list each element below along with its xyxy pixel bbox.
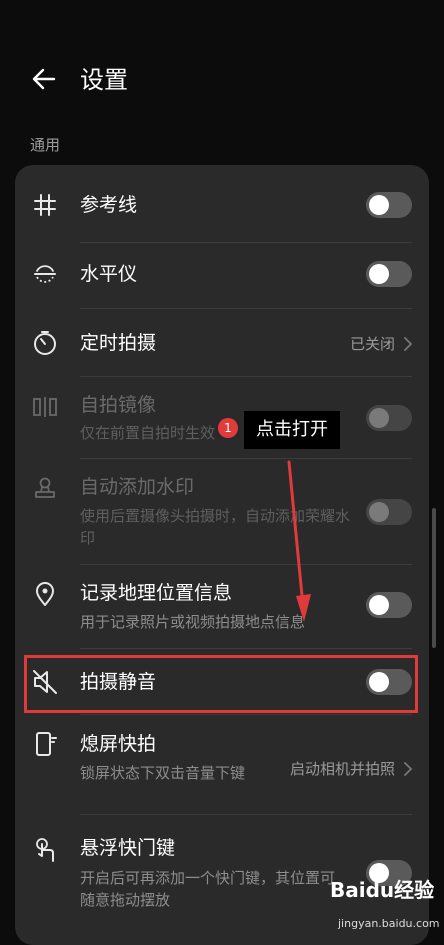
setting-title: 水平仪 (80, 263, 138, 285)
timer-icon (31, 329, 59, 357)
watermark-toggle (366, 499, 412, 525)
touch-icon (31, 836, 59, 864)
setting-row-timer[interactable]: 定时拍摄 已关闭 (15, 309, 429, 377)
setting-row-watermark: 自动添加水印 使用后置摄像头拍摄时，自动添加荣耀水印 (15, 459, 429, 565)
setting-subtitle: 开启后可再添加一个快门键，其位置可随意拖动摆放 (80, 869, 336, 909)
location-icon (31, 580, 59, 608)
setting-subtitle: 锁屏状态下双击音量下键 (80, 764, 246, 782)
watermark-brand: Baidu经验 (330, 878, 435, 902)
setting-title: 自动添加水印 (80, 476, 195, 498)
setting-title: 自拍镜像 (80, 394, 157, 416)
setting-row-mirror: 自拍镜像 仅在前置自拍时生效 (15, 377, 429, 459)
setting-subtitle: 使用后置摄像头拍摄时，自动添加荣耀水印 (80, 507, 351, 547)
quick-snap-value: 启动相机并拍照 (289, 760, 395, 778)
mirror-icon (31, 393, 59, 421)
setting-title: 记录地理位置信息 (80, 582, 233, 604)
chevron-right-icon (403, 761, 413, 777)
setting-row-quick-snap[interactable]: 熄屏快拍 锁屏状态下双击音量下键 启动相机并拍照 (15, 715, 429, 815)
setting-row-level[interactable]: 水平仪 (15, 243, 429, 309)
setting-subtitle: 用于记录照片或视频拍摄地点信息 (80, 613, 306, 631)
level-icon (31, 260, 59, 288)
stamp-icon (31, 475, 59, 503)
setting-title: 熄屏快拍 (80, 733, 157, 755)
watermark-url: jingyan.baidu.com (338, 917, 440, 930)
setting-title: 参考线 (80, 194, 138, 216)
setting-title: 悬浮快门键 (80, 837, 176, 859)
mirror-toggle (366, 405, 412, 431)
level-toggle[interactable] (366, 261, 412, 287)
section-label: 通用 (30, 136, 61, 154)
page-title: 设置 (80, 66, 128, 94)
step-badge: 1 (218, 418, 238, 438)
app-header: 设置 (0, 0, 444, 140)
chevron-right-icon (403, 336, 413, 352)
location-toggle[interactable] (366, 592, 412, 618)
annotation-tooltip: 点击打开 (244, 411, 340, 449)
setting-row-gridlines[interactable]: 参考线 (15, 165, 429, 243)
settings-card: 参考线 水平仪 定时拍摄 已关闭 自拍镜像 仅在前置自拍时生效 自动添加水印 使… (15, 165, 429, 945)
setting-title: 定时拍摄 (80, 332, 157, 354)
gridlines-toggle[interactable] (366, 192, 412, 218)
setting-row-location[interactable]: 记录地理位置信息 用于记录照片或视频拍摄地点信息 (15, 565, 429, 649)
grid-icon (31, 191, 59, 219)
highlight-box (24, 655, 418, 713)
timer-value: 已关闭 (349, 335, 395, 353)
back-arrow-icon[interactable] (28, 62, 62, 96)
scrollbar[interactable] (432, 508, 436, 648)
phone-icon (31, 730, 59, 758)
